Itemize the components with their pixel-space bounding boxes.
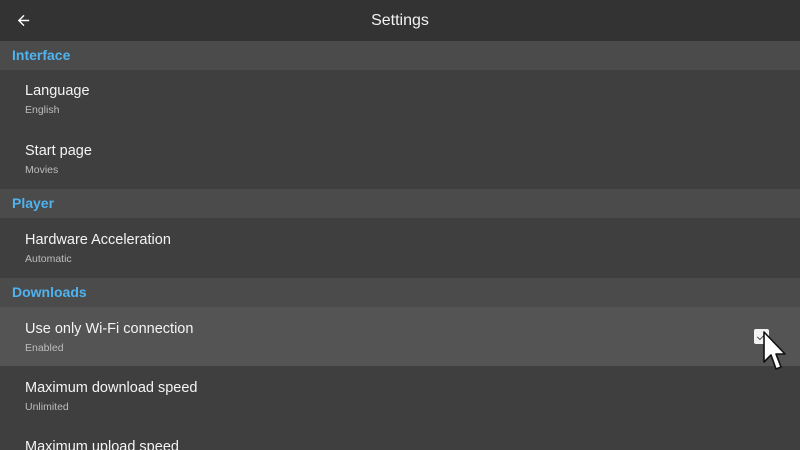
setting-language[interactable]: Language English <box>0 70 800 130</box>
setting-value: Unlimited <box>25 401 69 413</box>
setting-max-upload-speed[interactable]: Maximum upload speed <box>0 426 800 450</box>
setting-label: Hardware Acceleration <box>25 232 171 248</box>
setting-hardware-acceleration[interactable]: Hardware Acceleration Automatic <box>0 218 800 278</box>
settings-screen: Settings Interface Language English Star… <box>0 0 800 450</box>
section-title: Interface <box>12 47 71 63</box>
section-title: Player <box>12 195 55 211</box>
setting-value: Automatic <box>25 253 72 265</box>
section-title: Downloads <box>12 284 87 300</box>
section-header-downloads: Downloads <box>0 278 800 307</box>
setting-value: Movies <box>25 164 59 176</box>
setting-wifi-only[interactable]: Use only Wi-Fi connection Enabled <box>0 307 800 366</box>
setting-label: Maximum download speed <box>25 380 198 396</box>
wifi-only-checkbox[interactable] <box>754 329 769 344</box>
section-header-interface: Interface <box>0 41 800 70</box>
section-header-player: Player <box>0 189 800 218</box>
setting-label: Language <box>25 83 90 99</box>
setting-label: Start page <box>25 143 92 159</box>
setting-max-download-speed[interactable]: Maximum download speed Unlimited <box>0 366 800 426</box>
checkmark-icon <box>756 333 767 341</box>
setting-start-page[interactable]: Start page Movies <box>0 130 800 189</box>
setting-label: Maximum upload speed <box>25 439 179 450</box>
top-app-bar: Settings <box>0 0 800 41</box>
page-title: Settings <box>371 12 429 29</box>
setting-label: Use only Wi-Fi connection <box>25 321 194 337</box>
setting-value: Enabled <box>25 342 64 354</box>
setting-value: English <box>25 104 60 116</box>
